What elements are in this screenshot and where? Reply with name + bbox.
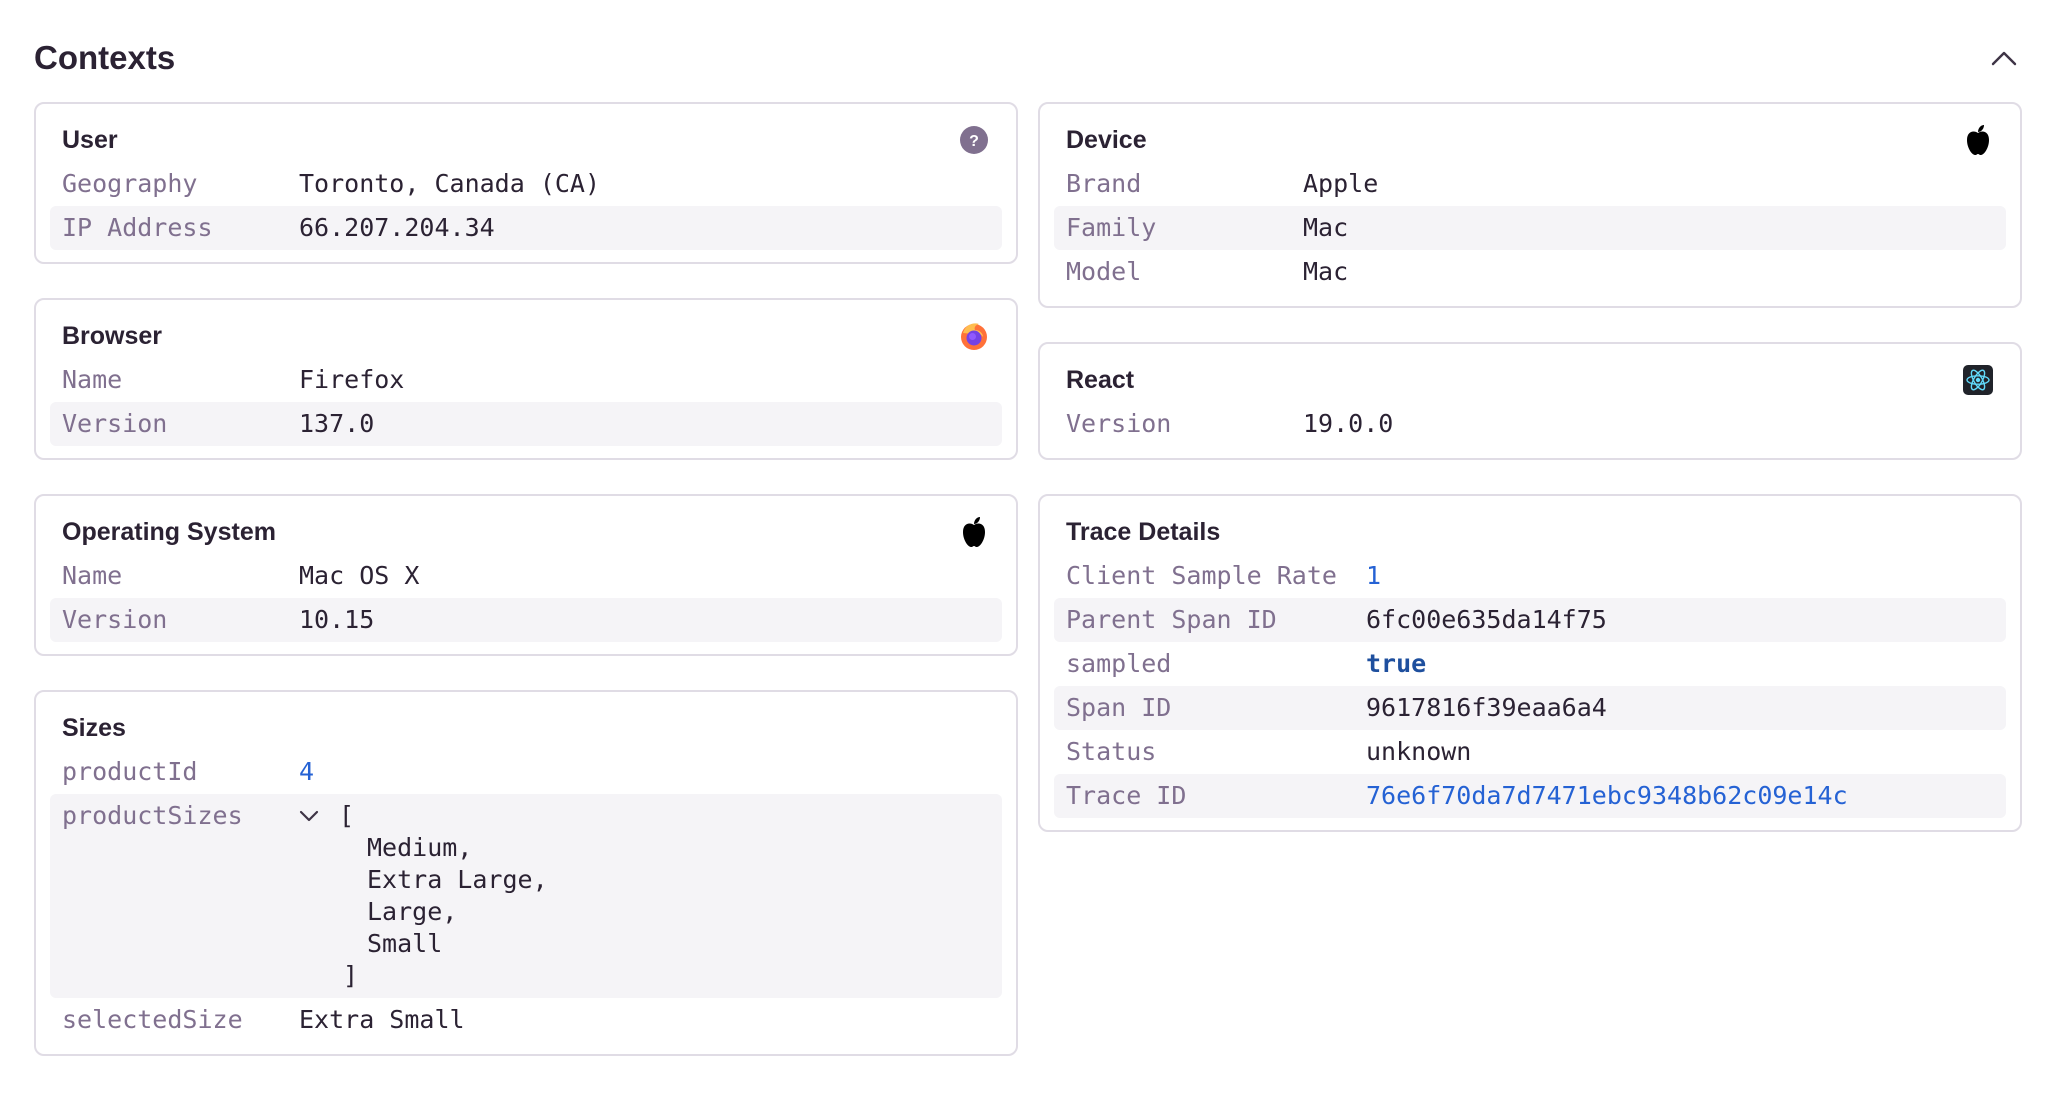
svg-text:?: ? bbox=[969, 133, 979, 150]
react-context-card: React Version 19.0.0 bbox=[1038, 342, 2022, 460]
array-item: Medium, bbox=[367, 833, 473, 862]
row-key: productId bbox=[62, 757, 198, 786]
context-row-array: productSizes [ Medium, Extra Large, Larg… bbox=[50, 794, 1002, 998]
chevron-down-icon bbox=[299, 810, 319, 822]
card-header: Trace Details bbox=[1054, 514, 2006, 550]
context-row: Version 137.0 bbox=[50, 402, 1002, 446]
apple-icon bbox=[958, 516, 990, 548]
array-item: Extra Large, bbox=[367, 865, 548, 894]
row-value: Extra Small bbox=[299, 1005, 465, 1034]
row-key: IP Address bbox=[62, 213, 213, 242]
row-key: Client Sample Rate bbox=[1066, 561, 1337, 590]
context-row: Brand Apple bbox=[1054, 162, 2006, 206]
array-close-bracket: ] bbox=[343, 961, 359, 990]
row-key: sampled bbox=[1066, 649, 1172, 678]
row-value: 19.0.0 bbox=[1303, 409, 1394, 438]
card-title: Browser bbox=[62, 321, 163, 350]
card-title: React bbox=[1066, 365, 1135, 394]
row-key: Parent Span ID bbox=[1066, 605, 1277, 634]
card-header: React bbox=[1054, 362, 2006, 398]
row-key: Span ID bbox=[1066, 693, 1172, 722]
row-value: Mac bbox=[1303, 257, 1349, 286]
contexts-header: Contexts bbox=[34, 30, 2024, 86]
context-row: Name Mac OS X bbox=[50, 554, 1002, 598]
context-row: Family Mac bbox=[1054, 206, 2006, 250]
context-row: Version 10.15 bbox=[50, 598, 1002, 642]
row-key: Version bbox=[62, 409, 168, 438]
context-row: selectedSize Extra Small bbox=[50, 998, 1002, 1042]
apple-icon bbox=[1962, 124, 1994, 156]
card-header: Browser bbox=[50, 318, 1002, 354]
firefox-icon bbox=[958, 320, 990, 352]
card-title: Operating System bbox=[62, 517, 276, 546]
context-row: sampled true bbox=[1054, 642, 2006, 686]
context-row: Trace ID 76e6f70da7d7471ebc9348b62c09e14… bbox=[1054, 774, 2006, 818]
context-row: Span ID 9617816f39eaa6a4 bbox=[1054, 686, 2006, 730]
context-row: Parent Span ID 6fc00e635da14f75 bbox=[1054, 598, 2006, 642]
contexts-right-column: Device Brand Apple Family Mac Model Mac … bbox=[1038, 102, 2022, 832]
row-value: 9617816f39eaa6a4 bbox=[1366, 693, 1607, 722]
context-row: Model Mac bbox=[1054, 250, 2006, 294]
context-row: Version 19.0.0 bbox=[1054, 402, 2006, 446]
row-value: 66.207.204.34 bbox=[299, 213, 495, 242]
card-header: User ? bbox=[50, 122, 1002, 158]
row-value: Firefox bbox=[299, 365, 405, 394]
section-title: Contexts bbox=[34, 39, 176, 76]
array-value: [ Medium, Extra Large, Large, Small ] bbox=[299, 800, 548, 992]
array-open: [ bbox=[299, 800, 548, 832]
user-context-card: User ? Geography Toronto, Canada (CA) IP… bbox=[34, 102, 1018, 264]
row-key: Version bbox=[1066, 409, 1172, 438]
browser-context-card: Browser Name Firefox Version 137.0 bbox=[34, 298, 1018, 460]
row-value: Mac bbox=[1303, 213, 1349, 242]
context-row: Status unknown bbox=[1054, 730, 2006, 774]
card-title: User bbox=[62, 125, 118, 154]
row-key: Family bbox=[1066, 213, 1157, 242]
row-value: 1 bbox=[1366, 561, 1382, 590]
row-key: Name bbox=[62, 561, 123, 590]
card-title: Sizes bbox=[62, 713, 126, 742]
row-key: selectedSize bbox=[62, 1005, 243, 1034]
row-value: Apple bbox=[1303, 169, 1379, 198]
row-key: Name bbox=[62, 365, 123, 394]
collapse-button[interactable] bbox=[1984, 38, 2024, 78]
context-row: Name Firefox bbox=[50, 358, 1002, 402]
chevron-up-icon bbox=[1991, 51, 2017, 66]
context-row: Geography Toronto, Canada (CA) bbox=[50, 162, 1002, 206]
row-key: Geography bbox=[62, 169, 198, 198]
row-key: Model bbox=[1066, 257, 1142, 286]
sizes-context-card: Sizes productId 4 productSizes [ Medium,… bbox=[34, 690, 1018, 1056]
trace-details-card: Trace Details Client Sample Rate 1 Paren… bbox=[1038, 494, 2022, 832]
context-row: productId 4 bbox=[50, 750, 1002, 794]
row-value: unknown bbox=[1366, 737, 1472, 766]
row-value: 6fc00e635da14f75 bbox=[1366, 605, 1607, 634]
row-value: 137.0 bbox=[299, 409, 375, 438]
device-context-card: Device Brand Apple Family Mac Model Mac bbox=[1038, 102, 2022, 308]
row-value: true bbox=[1366, 649, 1427, 678]
react-icon bbox=[1962, 364, 1994, 396]
row-key: productSizes bbox=[62, 801, 243, 830]
array-toggle[interactable] bbox=[299, 800, 329, 832]
row-value: Toronto, Canada (CA) bbox=[299, 169, 601, 198]
array-item: Small bbox=[367, 929, 443, 958]
help-circle-icon[interactable]: ? bbox=[958, 124, 990, 156]
row-value: Mac OS X bbox=[299, 561, 420, 590]
row-key: Version bbox=[62, 605, 168, 634]
contexts-left-column: User ? Geography Toronto, Canada (CA) IP… bbox=[34, 102, 1018, 1056]
array-open-bracket: [ bbox=[339, 801, 355, 830]
array-item: Large, bbox=[367, 897, 458, 926]
card-title: Trace Details bbox=[1066, 517, 1221, 546]
card-header: Device bbox=[1054, 122, 2006, 158]
row-key: Status bbox=[1066, 737, 1157, 766]
context-row: Client Sample Rate 1 bbox=[1054, 554, 2006, 598]
context-row: IP Address 66.207.204.34 bbox=[50, 206, 1002, 250]
card-header: Sizes bbox=[50, 710, 1002, 746]
trace-id-link[interactable]: 76e6f70da7d7471ebc9348b62c09e14c bbox=[1366, 780, 1848, 812]
row-key: Brand bbox=[1066, 169, 1142, 198]
os-context-card: Operating System Name Mac OS X Version 1… bbox=[34, 494, 1018, 656]
row-value: 10.15 bbox=[299, 605, 375, 634]
row-value: 4 bbox=[299, 757, 315, 786]
row-key: Trace ID bbox=[1066, 781, 1187, 810]
card-title: Device bbox=[1066, 125, 1147, 154]
card-header: Operating System bbox=[50, 514, 1002, 550]
